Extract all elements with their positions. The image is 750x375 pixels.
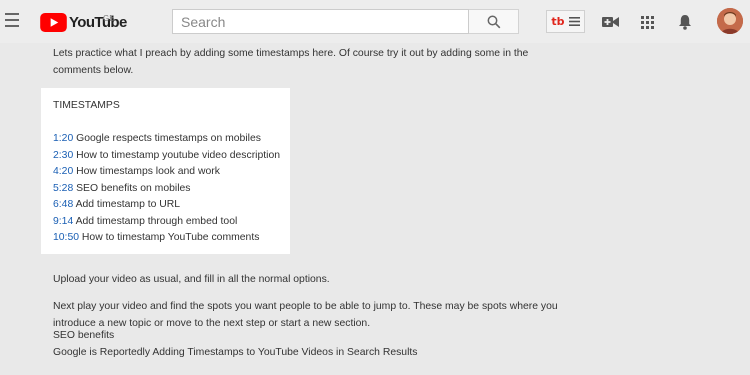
timestamp-row: 2:30 How to timestamp youtube video desc…: [53, 148, 280, 165]
timestamp-row: 9:14 Add timestamp through embed tool: [53, 214, 280, 231]
timestamp-link[interactable]: 1:20: [53, 133, 73, 144]
timestamp-label: How timestamps look and work: [76, 166, 220, 177]
masthead: YouTube GB Search tb: [0, 0, 750, 43]
timestamp-link[interactable]: 2:30: [53, 150, 73, 161]
timestamp-row: 1:20 Google respects timestamps on mobil…: [53, 131, 280, 148]
timestamp-label: Add timestamp to URL: [75, 199, 181, 210]
timestamp-row: 6:48 Add timestamp to URL: [53, 197, 280, 214]
tubebuddy-icon: tb: [551, 15, 565, 28]
timestamp-link[interactable]: 5:28: [53, 183, 73, 194]
timestamps-list: TIMESTAMPS 1:20 Google respects timestam…: [53, 98, 280, 247]
timestamp-link[interactable]: 6:48: [53, 199, 73, 210]
brand-name: YouTube: [69, 14, 127, 31]
timestamp-label: How to timestamp youtube video descripti…: [76, 149, 281, 161]
notifications-button[interactable]: [675, 12, 695, 32]
region-code: GB: [103, 14, 115, 23]
timestamp-label: How to timestamp YouTube comments: [81, 232, 260, 243]
search-icon: [487, 15, 500, 28]
seo-paragraph: Google is Reportedly Adding Timestamps t…: [53, 346, 418, 358]
user-avatar-icon: [717, 8, 743, 34]
youtube-play-icon: [40, 12, 67, 32]
menu-icon[interactable]: [5, 13, 19, 27]
timestamp-label: Google respects timestamps on mobiles: [76, 133, 261, 144]
video-description: Lets practice what I preach by adding so…: [53, 46, 573, 79]
timestamp-link[interactable]: 9:14: [53, 216, 73, 227]
timestamp-link[interactable]: 10:50: [53, 232, 79, 243]
seo-section: SEO benefits Google is Reportedly Adding…: [53, 328, 417, 361]
search-button[interactable]: [469, 9, 519, 34]
timestamp-link[interactable]: 4:20: [53, 166, 73, 177]
timestamp-label: Add timestamp through embed tool: [75, 215, 238, 227]
avatar[interactable]: [717, 8, 743, 34]
apps-button[interactable]: [637, 12, 657, 32]
intro-paragraph: Lets practice what I preach by adding so…: [53, 48, 529, 76]
timestamps-heading: TIMESTAMPS: [53, 100, 120, 111]
create-video-button[interactable]: [600, 12, 620, 32]
timestamp-row: 5:28 SEO benefits on mobiles: [53, 181, 280, 198]
search-input[interactable]: Search: [172, 9, 469, 34]
video-camera-icon: [601, 17, 619, 27]
timestamp-row: 4:20 How timestamps look and work: [53, 164, 280, 181]
seo-heading: SEO benefits: [53, 330, 115, 341]
upload-paragraph: Upload your video as usual, and fill in …: [53, 274, 330, 286]
timestamps-box: TIMESTAMPS 1:20 Google respects timestam…: [41, 88, 290, 254]
tubebuddy-button[interactable]: tb: [546, 10, 585, 33]
timestamp-row: 10:50 How to timestamp YouTube comments: [53, 230, 280, 247]
timestamp-label: SEO benefits on mobiles: [76, 182, 191, 194]
bell-icon: [679, 15, 691, 30]
apps-grid-icon: [640, 15, 654, 29]
list-icon: [568, 17, 580, 26]
